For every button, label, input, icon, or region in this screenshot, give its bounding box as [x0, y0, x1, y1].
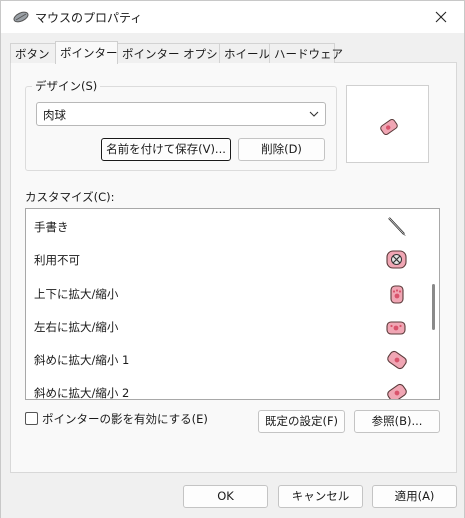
list-item-label: 手書き	[34, 220, 69, 234]
list-item-label: 左右に拡大/縮小	[34, 320, 119, 334]
list-item[interactable]: 斜めに拡大/縮小 2	[26, 377, 426, 400]
apply-button[interactable]: 適用(A)	[372, 485, 457, 508]
scheme-group-label: デザイン(S)	[32, 78, 101, 94]
list-item[interactable]: 斜めに拡大/縮小 1	[26, 344, 426, 377]
tab-label: ボタン	[15, 47, 50, 61]
list-scrollbar[interactable]	[427, 209, 439, 399]
list-item-label: 利用不可	[34, 253, 80, 267]
unavailable-cursor-icon	[386, 250, 407, 269]
list-item-label: 斜めに拡大/縮小 1	[34, 353, 130, 367]
scheme-selected-value: 肉球	[43, 108, 66, 122]
tab-label: ポインター	[60, 46, 118, 60]
paw-horizontal-resize-icon	[386, 321, 406, 335]
browse-button[interactable]: 参照(B)...	[354, 410, 440, 433]
list-item[interactable]: 左右に拡大/縮小	[26, 311, 426, 344]
tab-label: ハードウェア	[274, 47, 343, 61]
pointer-shadow-label[interactable]: ポインターの影を有効にする(E)	[42, 411, 208, 427]
cancel-button[interactable]: キャンセル	[278, 485, 363, 508]
use-default-button[interactable]: 既定の設定(F)	[258, 410, 345, 433]
list-item[interactable]: 利用不可	[26, 244, 426, 277]
cursor-preview	[346, 85, 429, 163]
tab-wheel[interactable]: ホイール	[219, 43, 270, 63]
ok-button[interactable]: OK	[183, 485, 268, 508]
tab-label: ホイール	[224, 47, 270, 61]
customize-label: カスタマイズ(C):	[25, 190, 115, 204]
scrollbar-thumb[interactable]	[432, 284, 435, 330]
tab-hardware[interactable]: ハードウェア	[269, 43, 343, 63]
title-bar: マウスのプロパティ	[1, 1, 464, 33]
tab-pointers[interactable]: ポインター	[55, 41, 118, 64]
list-item-label: 上下に拡大/縮小	[34, 287, 119, 301]
chevron-down-icon	[309, 111, 319, 117]
scheme-dropdown[interactable]: 肉球	[36, 102, 326, 126]
paw-pointer-preview-icon	[380, 118, 398, 136]
close-icon	[435, 11, 447, 23]
window-title: マウスのプロパティ	[35, 11, 143, 25]
list-item[interactable]: 手書き	[26, 211, 426, 244]
mouse-icon	[12, 10, 30, 24]
pointer-shadow-checkbox[interactable]	[25, 412, 38, 425]
pen-cursor-icon	[388, 217, 406, 236]
paw-vertical-resize-icon	[390, 285, 404, 304]
delete-button[interactable]: 削除(D)	[238, 138, 325, 161]
close-button[interactable]	[418, 1, 464, 33]
paw-diagonal-resize-2-icon	[387, 383, 407, 399]
list-item-label: 斜めに拡大/縮小 2	[34, 386, 130, 400]
cursor-list[interactable]: 手書き 利用不可 上下に拡大/縮小 左右に拡大/縮小 斜めに拡大/縮小 1 斜め…	[25, 208, 440, 400]
tab-pointer-options[interactable]: ポインター オプション	[117, 43, 241, 63]
save-as-button[interactable]: 名前を付けて保存(V)...	[101, 138, 231, 161]
list-item[interactable]: 上下に拡大/縮小	[26, 278, 426, 311]
tab-buttons[interactable]: ボタン	[10, 43, 56, 63]
mouse-properties-window: マウスのプロパティ ボタン ポインター ポインター オプション ホイール ハード…	[0, 0, 465, 518]
paw-diagonal-resize-1-icon	[387, 350, 407, 370]
